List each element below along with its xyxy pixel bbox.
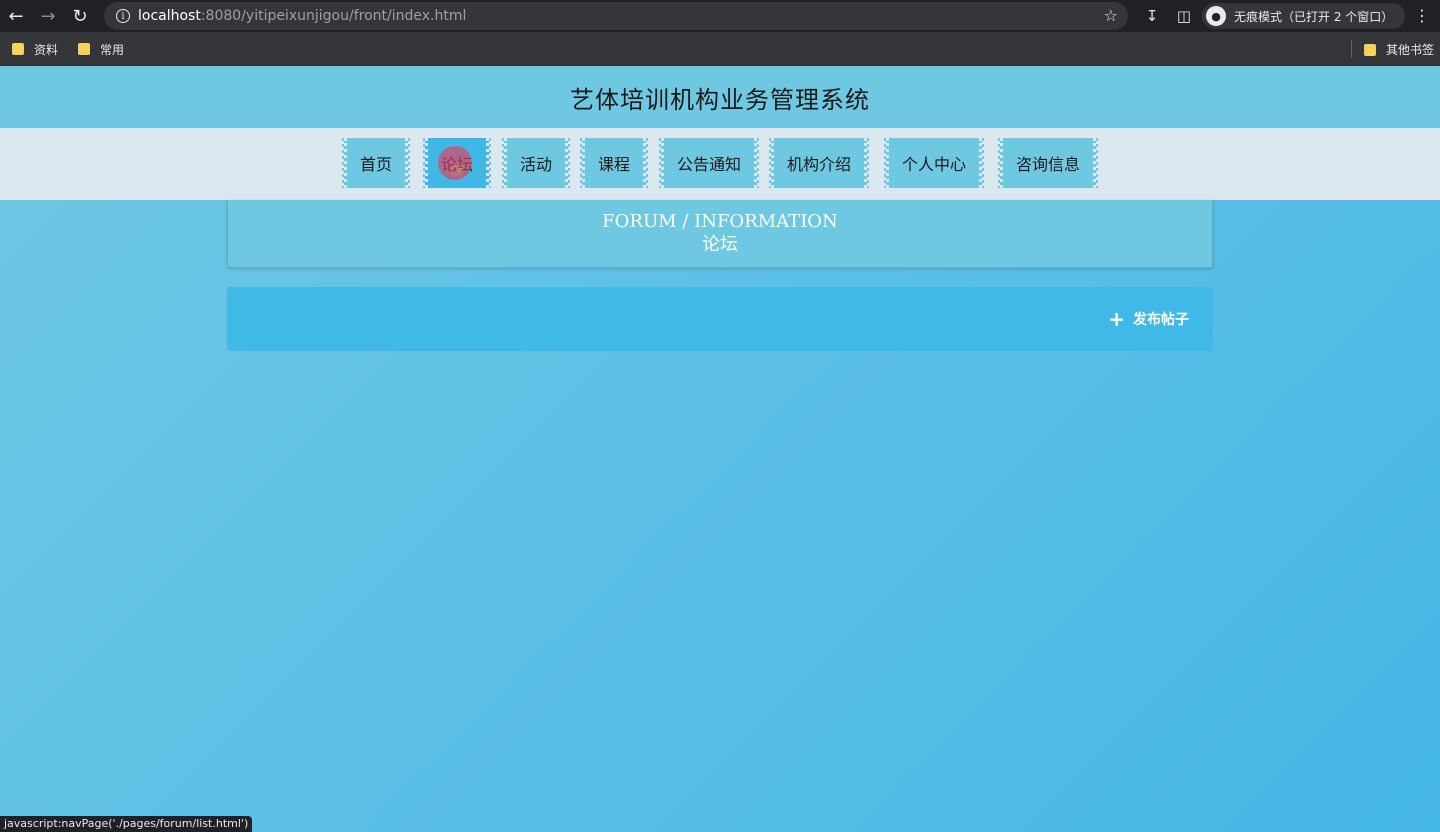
bookmark-star-icon[interactable]: ☆ xyxy=(1104,6,1118,25)
nav-item-activity[interactable]: 活动 xyxy=(502,138,570,188)
url-path: :8080/yitipeixunjigou/front/index.html xyxy=(200,8,467,24)
incognito-icon: ● xyxy=(1206,6,1226,26)
address-bar[interactable]: i localhost:8080/yitipeixunjigou/front/i… xyxy=(104,2,1128,30)
main-nav: 首页 论坛 活动 课程 公告通知 机构介绍 个人中心 咨询信息 xyxy=(0,128,1440,200)
bookmark-label: 资料 xyxy=(34,42,59,57)
site-title: 艺体培训机构业务管理系统 xyxy=(570,85,870,114)
site-info-icon[interactable]: i xyxy=(116,9,130,23)
forward-icon[interactable]: → xyxy=(32,0,64,32)
status-bar: javascript:navPage('./pages/forum/list.h… xyxy=(0,816,253,832)
back-icon[interactable]: ← xyxy=(0,0,32,32)
reload-icon[interactable]: ↻ xyxy=(64,0,96,32)
folder-icon xyxy=(1363,43,1376,56)
action-bar: + 发布帖子 xyxy=(227,287,1213,351)
bookmark-divider xyxy=(1351,40,1352,58)
publish-post-label: 发布帖子 xyxy=(1133,312,1189,328)
nav-item-home[interactable]: 首页 xyxy=(342,138,410,188)
more-menu-icon[interactable]: ⋮ xyxy=(1414,6,1430,25)
bookmark-label: 常用 xyxy=(100,42,125,57)
hand-cursor-icon: ☞ xyxy=(450,160,467,181)
side-panel-icon[interactable]: ◫ xyxy=(1168,0,1200,32)
bookmark-folder[interactable]: 资料 xyxy=(12,41,58,58)
plus-icon: + xyxy=(1108,307,1125,331)
banner-title-zh: 论坛 xyxy=(702,233,738,255)
section-banner: FORUM / INFORMATION 论坛 xyxy=(227,200,1213,268)
nav-item-course[interactable]: 课程 xyxy=(580,138,648,188)
nav-item-notice[interactable]: 公告通知 xyxy=(659,138,759,188)
browser-toolbar: ← → ↻ i localhost:8080/yitipeixunjigou/f… xyxy=(0,0,1440,32)
nav-item-about[interactable]: 机构介绍 xyxy=(769,138,869,188)
incognito-indicator[interactable]: ● 无痕模式（已打开 2 个窗口） xyxy=(1202,3,1406,29)
banner-title-en: FORUM / INFORMATION xyxy=(602,210,838,232)
site-header: 艺体培训机构业务管理系统 xyxy=(0,66,1440,128)
publish-post-button[interactable]: + 发布帖子 xyxy=(1108,309,1189,329)
folder-icon xyxy=(12,43,24,55)
incognito-label: 无痕模式（已打开 2 个窗口） xyxy=(1234,9,1394,24)
other-bookmarks[interactable]: 其他书签 xyxy=(1363,41,1434,58)
nav-item-consult[interactable]: 咨询信息 xyxy=(998,138,1098,188)
download-icon[interactable]: ↧ xyxy=(1136,0,1168,32)
page-viewport: 艺体培训机构业务管理系统 首页 论坛 活动 课程 公告通知 机构介绍 个人中心 … xyxy=(0,66,1440,832)
folder-icon xyxy=(78,43,91,55)
url-host: localhost xyxy=(138,8,201,24)
bookmark-folder[interactable]: 常用 xyxy=(78,41,124,58)
bookmarks-bar: 资料 常用 其他书签 xyxy=(0,32,1440,66)
other-bookmarks-label: 其他书签 xyxy=(1385,43,1434,57)
nav-item-profile[interactable]: 个人中心 xyxy=(884,138,984,188)
